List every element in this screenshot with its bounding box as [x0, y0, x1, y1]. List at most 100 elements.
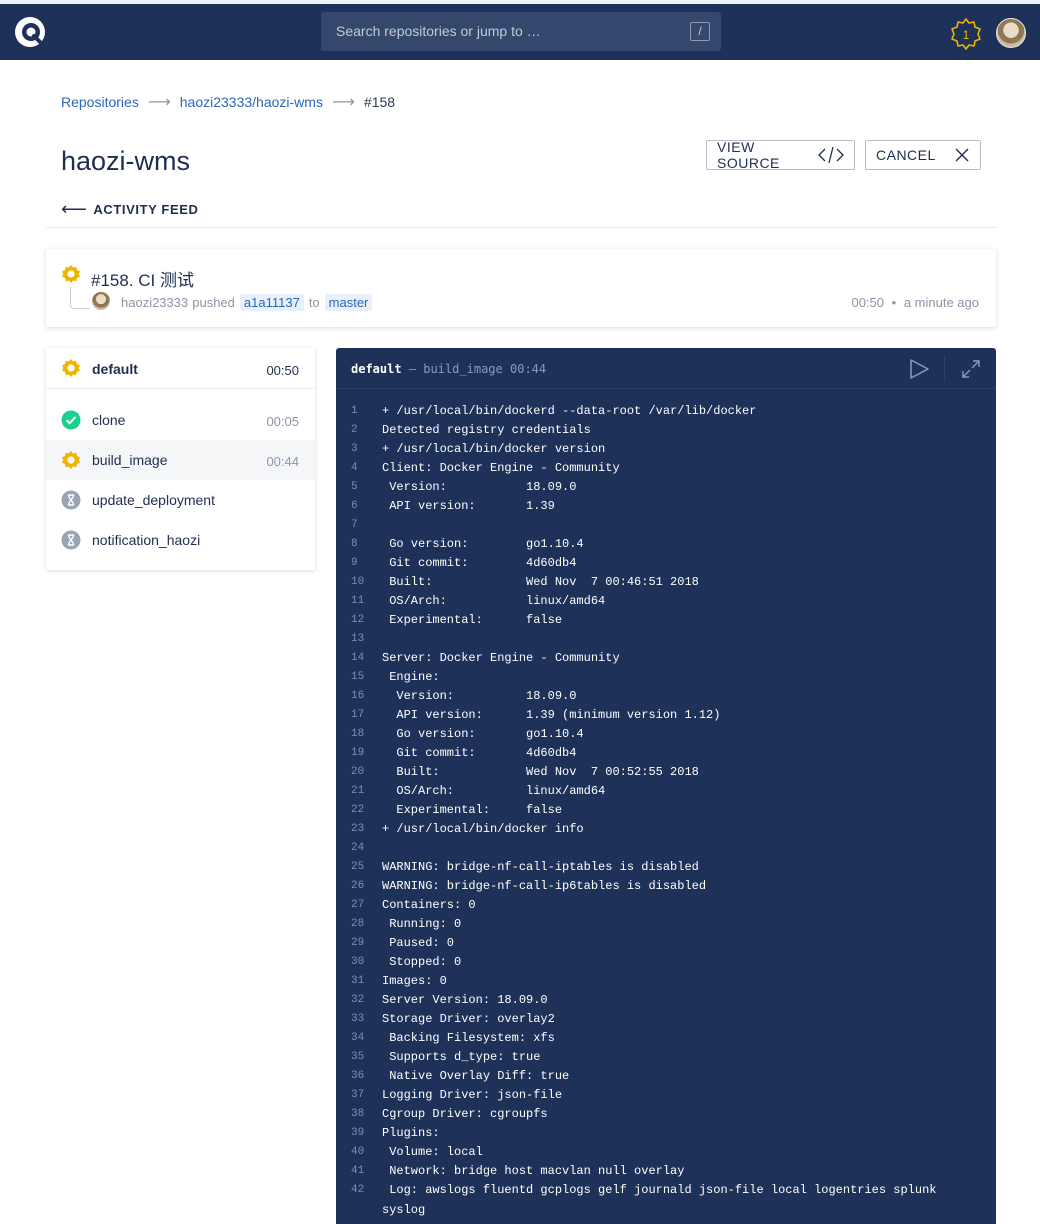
- line-text: API version: 1.39: [382, 499, 555, 513]
- breadcrumb-repositories[interactable]: Repositories: [61, 94, 139, 110]
- user-avatar[interactable]: [996, 18, 1026, 48]
- step-clone[interactable]: clone 00:05: [46, 400, 315, 440]
- line-text: Server Version: 18.09.0: [382, 993, 548, 1007]
- line-number[interactable]: 17: [351, 706, 377, 725]
- line-number[interactable]: 25: [351, 858, 377, 877]
- view-source-label: VIEW SOURCE: [717, 139, 780, 171]
- expand-icon[interactable]: [962, 360, 980, 383]
- step-notification-haozi[interactable]: notification_haozi: [46, 520, 315, 560]
- line-number[interactable]: 41: [351, 1162, 377, 1181]
- line-number[interactable]: 39: [351, 1124, 377, 1143]
- line-number[interactable]: 5: [351, 478, 377, 497]
- build-summary-card: #158. CI 测试 haozi23333 pushed a1a11137 t…: [46, 249, 996, 327]
- line-number[interactable]: 1: [351, 402, 377, 421]
- step-update-deployment[interactable]: update_deployment: [46, 480, 315, 520]
- line-number[interactable]: 38: [351, 1105, 377, 1124]
- line-text: + /usr/local/bin/docker info: [382, 822, 584, 836]
- log-wrapped-text: syslog: [382, 1203, 426, 1217]
- line-text: OS/Arch: linux/amd64: [382, 594, 606, 608]
- line-number[interactable]: 34: [351, 1029, 377, 1048]
- step-name: build_image: [92, 452, 168, 468]
- line-text: Paused: 0: [382, 936, 455, 950]
- line-text: Stopped: 0: [382, 955, 462, 969]
- drone-logo-icon[interactable]: [14, 16, 46, 48]
- line-number[interactable]: 14: [351, 649, 377, 668]
- arrow-right-icon: ⟶: [147, 94, 171, 111]
- line-number[interactable]: 18: [351, 725, 377, 744]
- to-word: to: [308, 295, 320, 310]
- line-number[interactable]: 6: [351, 497, 377, 516]
- line-number[interactable]: 22: [351, 801, 377, 820]
- line-number[interactable]: 20: [351, 763, 377, 782]
- running-status-icon: [61, 450, 81, 475]
- build-ago: a minute ago: [903, 295, 979, 310]
- line-number[interactable]: 33: [351, 1010, 377, 1029]
- play-icon[interactable]: [908, 358, 930, 385]
- line-number[interactable]: 31: [351, 972, 377, 991]
- line-number[interactable]: 2: [351, 421, 377, 440]
- line-number[interactable]: 27: [351, 896, 377, 915]
- line-number[interactable]: 40: [351, 1143, 377, 1162]
- line-text: WARNING: bridge-nf-call-iptables is disa…: [382, 860, 699, 874]
- line-text: Storage Driver: overlay2: [382, 1012, 555, 1026]
- stage-default[interactable]: default 00:50: [46, 348, 315, 389]
- line-number[interactable]: 8: [351, 535, 377, 554]
- line-number[interactable]: 42: [351, 1181, 377, 1200]
- cancel-button[interactable]: CANCEL: [865, 140, 981, 170]
- line-number[interactable]: 21: [351, 782, 377, 801]
- line-number[interactable]: 16: [351, 687, 377, 706]
- log-line: 32 Server Version: 18.09.0: [336, 991, 996, 1010]
- build-title: #158. CI 测试: [91, 271, 194, 290]
- line-text: Go version: go1.10.4: [382, 727, 584, 741]
- console-dash: —: [408, 362, 417, 376]
- step-name: clone: [92, 412, 126, 428]
- line-number[interactable]: 29: [351, 934, 377, 953]
- page-title: haozi-wms: [61, 146, 191, 176]
- line-number[interactable]: 35: [351, 1048, 377, 1067]
- log-line: 42 Log: awslogs fluentd gcplogs gelf jou…: [336, 1181, 996, 1200]
- line-number[interactable]: 3: [351, 440, 377, 459]
- line-number[interactable]: 24: [351, 839, 377, 858]
- line-number[interactable]: 32: [351, 991, 377, 1010]
- breadcrumb: Repositories ⟶ haozi23333/haozi-wms ⟶ #1…: [61, 92, 395, 112]
- activity-feed-link[interactable]: ⟵ ACTIVITY FEED: [61, 199, 198, 220]
- line-number[interactable]: 36: [351, 1067, 377, 1086]
- log-line: 10 Built: Wed Nov 7 00:46:51 2018: [336, 573, 996, 592]
- search-input[interactable]: Search repositories or jump to … /: [321, 12, 721, 51]
- log-line: 9 Git commit: 4d60db4: [336, 554, 996, 573]
- line-number[interactable]: 13: [351, 630, 377, 649]
- line-number[interactable]: 28: [351, 915, 377, 934]
- breadcrumb-repo[interactable]: haozi23333/haozi-wms: [180, 94, 323, 110]
- line-number[interactable]: 23: [351, 820, 377, 839]
- log-line: 17 API version: 1.39 (minimum version 1.…: [336, 706, 996, 725]
- step-duration: 00:05: [266, 414, 299, 429]
- line-number[interactable]: 4: [351, 459, 377, 478]
- line-number[interactable]: 30: [351, 953, 377, 972]
- branch-link[interactable]: master: [324, 294, 373, 311]
- line-number[interactable]: 26: [351, 877, 377, 896]
- line-number[interactable]: 7: [351, 516, 377, 535]
- notification-badge-icon[interactable]: 1: [948, 16, 984, 52]
- line-text: Backing Filesystem: xfs: [382, 1031, 555, 1045]
- log-line: 28 Running: 0: [336, 915, 996, 934]
- line-text: Go version: go1.10.4: [382, 537, 584, 551]
- line-text: Git commit: 4d60db4: [382, 556, 577, 570]
- step-build-image[interactable]: build_image 00:44: [46, 440, 315, 480]
- line-text: WARNING: bridge-nf-call-ip6tables is dis…: [382, 879, 707, 893]
- line-number[interactable]: 9: [351, 554, 377, 573]
- notification-count: 1: [962, 28, 970, 42]
- log-line: 33 Storage Driver: overlay2: [336, 1010, 996, 1029]
- line-number[interactable]: 15: [351, 668, 377, 687]
- log-line: 22 Experimental: false: [336, 801, 996, 820]
- line-text: API version: 1.39 (minimum version 1.12): [382, 708, 721, 722]
- line-number[interactable]: 19: [351, 744, 377, 763]
- view-source-button[interactable]: VIEW SOURCE: [706, 139, 855, 171]
- arrow-right-icon: ⟶: [331, 94, 355, 111]
- line-number[interactable]: 11: [351, 592, 377, 611]
- console-header: default — build_image 00:44: [336, 348, 996, 389]
- line-number[interactable]: 37: [351, 1086, 377, 1105]
- line-text: Network: bridge host macvlan null overla…: [382, 1164, 685, 1178]
- line-number[interactable]: 12: [351, 611, 377, 630]
- commit-link[interactable]: a1a11137: [239, 294, 304, 311]
- line-number[interactable]: 10: [351, 573, 377, 592]
